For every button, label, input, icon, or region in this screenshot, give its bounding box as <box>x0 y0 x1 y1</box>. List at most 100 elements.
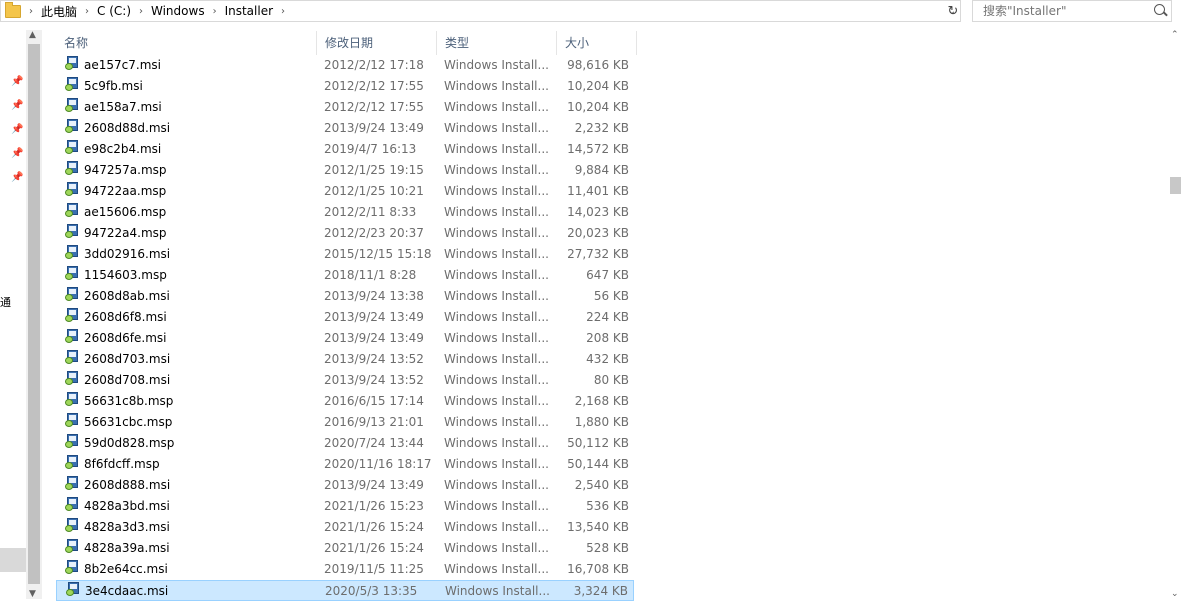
file-row[interactable]: 1154603.msp 2018/11/1 8:28 Windows Install… <box>56 265 634 286</box>
pin-icon[interactable]: 📌 <box>11 76 23 87</box>
refresh-icon[interactable]: ↻ <box>943 1 963 21</box>
chevron-right-icon[interactable]: › <box>281 6 285 17</box>
file-row[interactable]: 2608d708.msi 2013/9/24 13:52 Windows Insta… <box>56 370 634 391</box>
breadcrumb-this-pc[interactable]: 此电脑 <box>41 3 77 20</box>
installer-package-icon <box>65 286 80 301</box>
scroll-down-icon[interactable]: ⌄ <box>1171 589 1179 599</box>
column-header-name[interactable]: 名称 <box>56 31 317 55</box>
file-list-scrollbar[interactable]: ⌃ ⌄ <box>1167 30 1183 599</box>
file-date: 2016/6/15 17:14 <box>324 394 424 408</box>
search-box[interactable] <box>972 0 1172 22</box>
file-row[interactable]: 4828a39a.msi 2021/1/26 15:24 Windows Insta… <box>56 538 634 559</box>
scroll-down-icon[interactable]: ▼ <box>29 589 36 599</box>
file-row[interactable]: 2608d6f8.msi 2013/9/24 13:49 Windows Insta… <box>56 307 634 328</box>
file-name[interactable]: 56631c8b.msp <box>84 391 173 412</box>
file-name[interactable]: 2608d6fe.msi <box>84 328 167 349</box>
file-name[interactable]: 2608d6f8.msi <box>84 307 167 328</box>
file-row[interactable]: 2608d6fe.msi 2013/9/24 13:49 Windows Insta… <box>56 328 634 349</box>
file-row[interactable]: 3dd02916.msi 2015/12/15 15:18 Windows Inst… <box>56 244 634 265</box>
pin-icon[interactable]: 📌 <box>11 100 23 111</box>
file-name[interactable]: 4828a3bd.msi <box>84 496 170 517</box>
file-type: Windows Install... <box>444 457 549 471</box>
address-bar[interactable]: › 此电脑 › C (C:) › Windows › Installer › ⌄ <box>0 0 961 22</box>
file-date: 2019/11/5 11:25 <box>324 562 424 576</box>
nav-item-partial-label[interactable]: 通 <box>0 294 11 310</box>
file-size: 528 KB <box>586 541 629 555</box>
file-row[interactable]: 59d0d828.msp 2020/7/24 13:44 Windows Insta… <box>56 433 634 454</box>
file-name[interactable]: 59d0d828.msp <box>84 433 174 454</box>
file-row[interactable]: ae15606.msp 2012/2/11 8:33 Windows Install… <box>56 202 634 223</box>
file-name[interactable]: 2608d8ab.msi <box>84 286 170 307</box>
file-name[interactable]: ae15606.msp <box>84 202 166 223</box>
file-name[interactable]: 4828a39a.msi <box>84 538 170 559</box>
file-list-scrollbar-thumb[interactable] <box>1170 177 1181 194</box>
search-input[interactable] <box>981 3 1155 19</box>
file-name[interactable]: 2608d703.msi <box>84 349 170 370</box>
file-row[interactable]: 947257a.msp 2012/1/25 19:15 Windows Instal… <box>56 160 634 181</box>
file-type: Windows Install... <box>444 58 549 72</box>
file-name[interactable]: ae158a7.msi <box>84 97 162 118</box>
file-row[interactable]: ae158a7.msi 2012/2/12 17:55 Windows Instal… <box>56 97 634 118</box>
chevron-right-icon[interactable]: › <box>29 6 33 17</box>
file-name[interactable]: 8f6fdcff.msp <box>84 454 160 475</box>
file-name[interactable]: 1154603.msp <box>84 265 167 286</box>
file-type: Windows Install... <box>444 436 549 450</box>
file-row[interactable]: 56631c8b.msp 2016/6/15 17:14 Windows Insta… <box>56 391 634 412</box>
file-name[interactable]: 2608d88d.msi <box>84 118 170 139</box>
file-size: 432 KB <box>586 352 629 366</box>
file-name[interactable]: 2608d708.msi <box>84 370 170 391</box>
file-name[interactable]: e98c2b4.msi <box>84 139 161 160</box>
column-header-type[interactable]: 类型 <box>437 31 557 55</box>
file-name[interactable]: 56631cbc.msp <box>84 412 172 433</box>
nav-item-selected[interactable] <box>0 548 26 572</box>
pin-icon[interactable]: 📌 <box>11 148 23 159</box>
chevron-right-icon[interactable]: › <box>85 6 89 17</box>
file-row[interactable]: 94722aa.msp 2012/1/25 10:21 Windows Instal… <box>56 181 634 202</box>
file-row[interactable]: 2608d703.msi 2013/9/24 13:52 Windows Insta… <box>56 349 634 370</box>
file-row[interactable]: 3e4cdaac.msi 2020/5/3 13:35 Windows Instal… <box>56 580 634 601</box>
file-type: Windows Install... <box>444 121 549 135</box>
pin-icon[interactable]: 📌 <box>11 124 23 135</box>
file-type: Windows Install... <box>444 541 549 555</box>
file-row[interactable]: 8f6fdcff.msp 2020/11/16 18:17 Windows Inst… <box>56 454 634 475</box>
scroll-up-icon[interactable]: ▲ <box>29 30 36 40</box>
installer-package-icon <box>65 181 80 196</box>
file-row[interactable]: ae157c7.msi 2012/2/12 17:18 Windows Instal… <box>56 55 634 76</box>
file-name[interactable]: 3dd02916.msi <box>84 244 170 265</box>
chevron-right-icon[interactable]: › <box>139 6 143 17</box>
nav-scrollbar[interactable]: ▲ ▼ <box>26 30 42 599</box>
breadcrumb-windows[interactable]: Windows <box>151 4 205 18</box>
file-row[interactable]: 94722a4.msp 2012/2/23 20:37 Windows Instal… <box>56 223 634 244</box>
breadcrumb-installer[interactable]: Installer <box>225 4 273 18</box>
file-row[interactable]: 4828a3d3.msi 2021/1/26 15:24 Windows Insta… <box>56 517 634 538</box>
column-header-date[interactable]: 修改日期 <box>317 31 437 55</box>
file-size: 98,616 KB <box>567 58 629 72</box>
file-name[interactable]: 5c9fb.msi <box>84 76 143 97</box>
file-type: Windows Install... <box>444 79 549 93</box>
pin-icon[interactable]: 📌 <box>11 172 23 183</box>
file-name[interactable]: 947257a.msp <box>84 160 167 181</box>
file-row[interactable]: 8b2e64cc.msi 2019/11/5 11:25 Windows Insta… <box>56 559 634 580</box>
file-type: Windows Install... <box>444 310 549 324</box>
column-header-row: 名称 修改日期 类型 大小 <box>56 31 640 55</box>
scroll-up-icon[interactable]: ⌃ <box>1171 30 1179 40</box>
file-name[interactable]: 2608d888.msi <box>84 475 170 496</box>
file-row[interactable]: 2608d88d.msi 2013/9/24 13:49 Windows Insta… <box>56 118 634 139</box>
file-row[interactable]: 56631cbc.msp 2016/9/13 21:01 Windows Insta… <box>56 412 634 433</box>
file-row[interactable]: 4828a3bd.msi 2021/1/26 15:23 Windows Insta… <box>56 496 634 517</box>
file-name[interactable]: ae157c7.msi <box>84 55 161 76</box>
file-name[interactable]: 4828a3d3.msi <box>84 517 170 538</box>
search-icon[interactable] <box>1154 4 1165 15</box>
file-name[interactable]: 94722a4.msp <box>84 223 167 244</box>
chevron-right-icon[interactable]: › <box>213 6 217 17</box>
file-row[interactable]: 2608d8ab.msi 2013/9/24 13:38 Windows Insta… <box>56 286 634 307</box>
file-size: 56 KB <box>593 289 629 303</box>
breadcrumb-c-drive[interactable]: C (C:) <box>97 4 131 18</box>
file-name[interactable]: 94722aa.msp <box>84 181 166 202</box>
file-row[interactable]: 2608d888.msi 2013/9/24 13:49 Windows Insta… <box>56 475 634 496</box>
column-header-size[interactable]: 大小 <box>557 31 637 55</box>
file-row[interactable]: 5c9fb.msi 2012/2/12 17:55 Windows Install.… <box>56 76 634 97</box>
nav-scrollbar-thumb[interactable] <box>28 44 40 584</box>
file-row[interactable]: e98c2b4.msi 2019/4/7 16:13 Windows Install… <box>56 139 634 160</box>
file-name[interactable]: 8b2e64cc.msi <box>84 559 168 580</box>
